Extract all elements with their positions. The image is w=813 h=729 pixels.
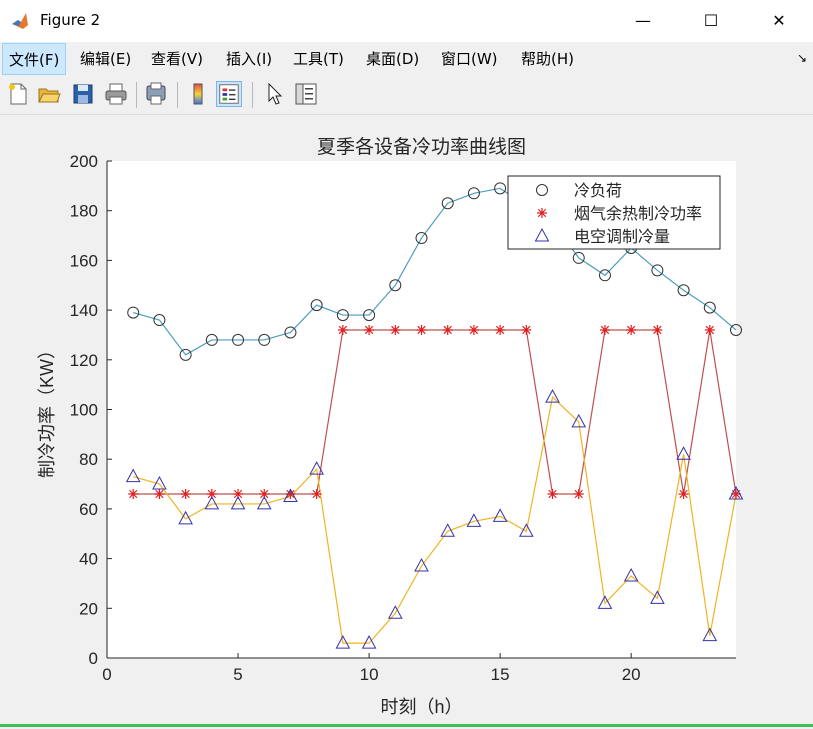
- y-tick-label: 200: [70, 152, 98, 171]
- new-figure-icon[interactable]: [5, 81, 31, 107]
- y-tick-label: 140: [70, 301, 98, 320]
- data-point-star: [180, 488, 191, 499]
- y-tick-label: 120: [70, 351, 98, 370]
- menu-bar: 文件(F) 编辑(E) 查看(V) 插入(I) 工具(T) 桌面(D) 窗口(W…: [0, 43, 813, 75]
- window-titlebar: Figure 2 — ☐ ✕: [0, 0, 813, 42]
- data-point-star: [337, 324, 348, 335]
- menu-insert[interactable]: 插入(I): [220, 43, 278, 75]
- data-point-star: [468, 324, 479, 335]
- colorbar-icon[interactable]: [185, 81, 211, 107]
- menu-edit[interactable]: 编辑(E): [74, 43, 137, 75]
- y-tick-label: 20: [79, 599, 98, 618]
- x-tick-label: 5: [233, 665, 242, 684]
- data-point-star: [573, 488, 584, 499]
- legend-label: 冷负荷: [574, 182, 622, 200]
- y-tick-label: 60: [79, 500, 98, 519]
- x-tick-label: 20: [622, 665, 641, 684]
- x-tick-label: 10: [360, 665, 379, 684]
- data-point-star: [390, 324, 401, 335]
- menu-desktop[interactable]: 桌面(D): [360, 43, 425, 75]
- y-tick-label: 100: [70, 401, 98, 420]
- menu-help[interactable]: 帮助(H): [515, 43, 580, 75]
- y-tick-label: 0: [89, 649, 98, 668]
- toolbar: [0, 76, 813, 115]
- chart-title: 夏季各设备冷功率曲线图: [317, 136, 526, 158]
- y-tick-label: 180: [70, 202, 98, 221]
- data-point-star: [521, 324, 532, 335]
- matlab-icon: [12, 13, 28, 29]
- open-file-icon[interactable]: [36, 81, 62, 107]
- menu-window[interactable]: 窗口(W): [435, 43, 504, 75]
- data-point-star: [364, 324, 375, 335]
- y-axis-label: 制冷功率（KW）: [37, 341, 57, 478]
- menu-view[interactable]: 查看(V): [145, 43, 209, 75]
- close-button[interactable]: ✕: [756, 6, 802, 36]
- menu-file[interactable]: 文件(F): [2, 43, 67, 75]
- pointer-icon[interactable]: [262, 81, 288, 107]
- y-tick-label: 40: [79, 550, 98, 569]
- legend-marker-star: [537, 208, 547, 218]
- minimize-button[interactable]: —: [620, 6, 666, 36]
- chart[interactable]: 夏季各设备冷功率曲线图 0 20 40 60 80 100 120 140 160 180 200 0 5…: [0, 115, 813, 725]
- y-tick-label: 160: [70, 251, 98, 270]
- data-point-star: [678, 488, 689, 499]
- property-editor-icon[interactable]: [293, 81, 319, 107]
- data-point-star: [442, 324, 453, 335]
- save-icon[interactable]: [70, 81, 96, 107]
- data-point-star: [599, 324, 610, 335]
- menu-tools[interactable]: 工具(T): [287, 43, 350, 75]
- data-point-star: [547, 488, 558, 499]
- x-axis-label: 时刻（h）: [380, 697, 462, 717]
- data-point-star: [311, 488, 322, 499]
- data-point-star: [704, 324, 715, 335]
- legend-icon[interactable]: [216, 81, 242, 107]
- legend-label: 烟气余热制冷功率: [574, 204, 702, 223]
- toolbar-separator: [252, 82, 253, 108]
- data-point-star: [154, 488, 165, 499]
- figure-area: 夏季各设备冷功率曲线图 0 20 40 60 80 100 120 140 160 180 200 0 5…: [0, 115, 813, 725]
- data-point-star: [416, 324, 427, 335]
- toolbar-separator: [177, 82, 178, 108]
- print-preview-icon[interactable]: [143, 81, 169, 107]
- legend-label: 电空调制冷量: [574, 228, 670, 246]
- toolbar-separator: [136, 82, 137, 108]
- data-point-star: [128, 488, 139, 499]
- window-title: Figure 2: [40, 11, 101, 29]
- data-point-star: [626, 324, 637, 335]
- print-icon[interactable]: [103, 81, 129, 107]
- data-point-star: [652, 324, 663, 335]
- x-tick-label: 15: [491, 665, 510, 684]
- data-point-star: [495, 324, 506, 335]
- x-tick-label: 0: [102, 665, 111, 684]
- y-tick-label: 80: [79, 450, 98, 469]
- maximize-button[interactable]: ☐: [688, 6, 734, 36]
- dock-arrow-icon[interactable]: ↘: [797, 51, 807, 65]
